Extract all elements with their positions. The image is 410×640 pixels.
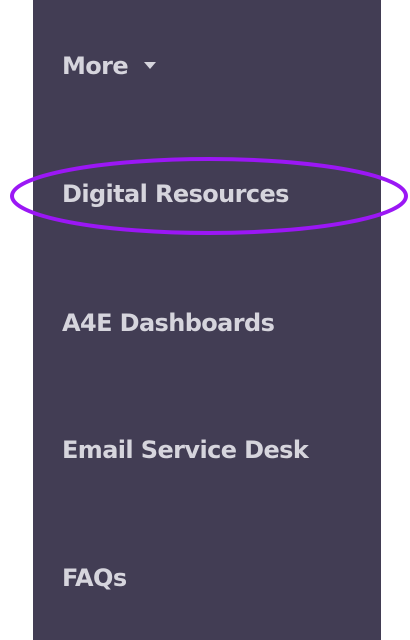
menu-item-a4e-dashboards[interactable]: A4E Dashboards [62,306,275,340]
more-menu-label: More [62,52,129,80]
menu-item-digital-resources[interactable]: Digital Resources [62,177,289,211]
more-menu-panel: More Digital Resources A4E Dashboards Em… [33,0,381,640]
menu-item-label: A4E Dashboards [62,309,275,337]
menu-item-label: Email Service Desk [62,436,309,464]
menu-item-faqs[interactable]: FAQs [62,561,127,595]
menu-item-email-service-desk[interactable]: Email Service Desk [62,433,309,467]
caret-down-icon [144,61,157,69]
more-menu-toggle[interactable]: More [62,49,157,83]
menu-item-label: Digital Resources [62,180,289,208]
menu-item-label: FAQs [62,564,127,592]
